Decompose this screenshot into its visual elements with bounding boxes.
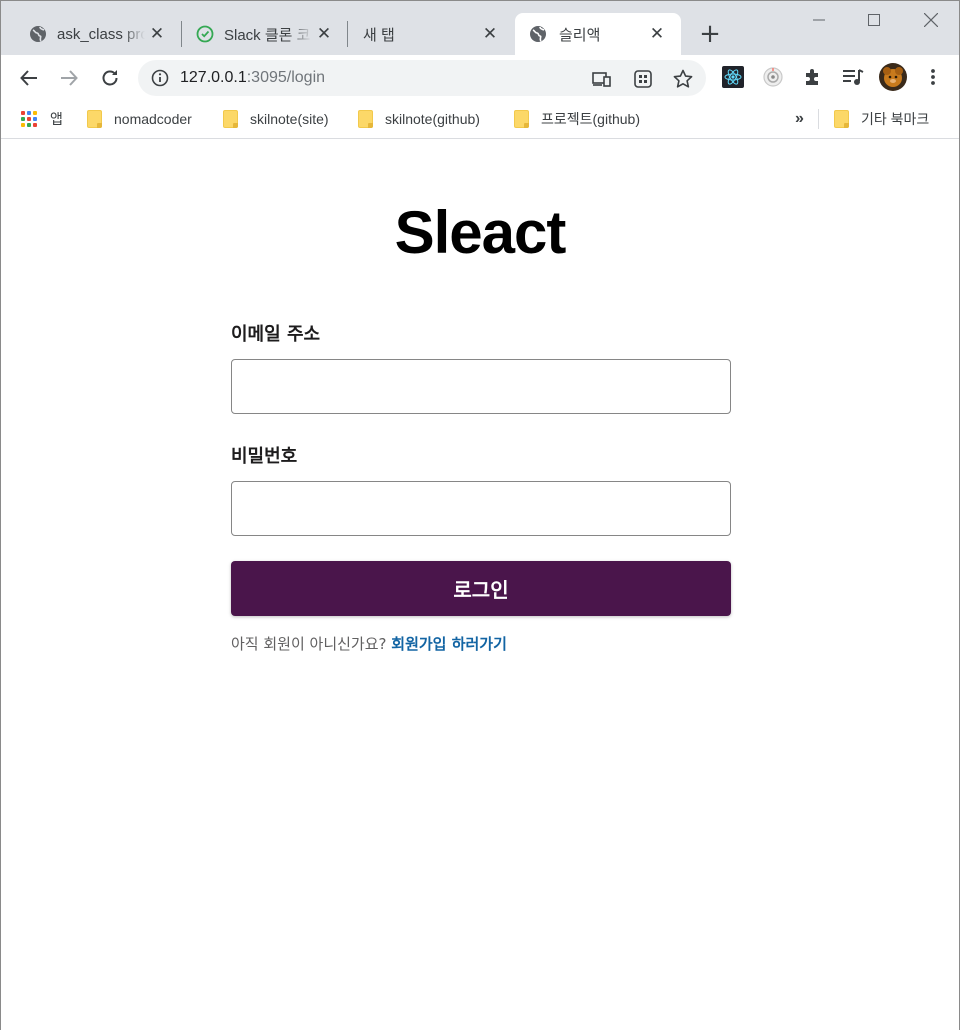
page-title: Sleact [394,199,567,266]
close-icon[interactable]: ✕ [480,24,500,44]
arrow-right-icon [61,70,78,86]
apps-grid-icon [21,111,37,127]
globe-icon [530,26,546,42]
globe-icon [30,26,46,42]
bookmark-apps[interactable]: 앱 [21,108,63,130]
maximize-button[interactable] [851,1,897,39]
react-devtools-icon[interactable] [719,63,747,91]
tab-ask-class[interactable]: ask_class pro ✕ [15,13,181,55]
puzzle-icon[interactable] [799,63,827,91]
bookmark-other[interactable]: 기타 북마크 [834,108,929,130]
password-field[interactable] [231,481,731,536]
folder-icon [358,110,373,128]
minimize-icon [813,19,825,21]
new-tab-button[interactable]: + [697,21,723,47]
qr-code-icon[interactable] [633,69,653,89]
info-icon[interactable] [151,69,169,87]
tab-new-tab[interactable]: 새 탭 ✕ [348,13,514,55]
bookmark-skilnote-site[interactable]: skilnote(site) [223,108,329,130]
url-text[interactable]: 127.0.0.1:3095/login [180,69,325,87]
tab-label: ask_class pro [57,25,145,43]
avatar[interactable] [879,63,907,91]
window-close-button[interactable] [908,1,954,39]
reload-button[interactable] [94,62,126,94]
bookmark-label: 앱 [50,111,63,127]
bookmark-project-github[interactable]: 프로젝트(github) [514,108,640,130]
close-icon[interactable]: ✕ [647,24,667,44]
kebab-menu-icon[interactable] [919,63,947,91]
bookmark-label: 기타 북마크 [861,111,930,127]
bookmark-label: nomadcoder [114,111,192,127]
timer-icon [196,25,214,43]
bookmark-label: skilnote(site) [250,111,329,127]
install-app-icon[interactable] [592,69,612,89]
browser-toolbar: 127.0.0.1:3095/login [1,55,959,101]
login-form: 이메일 주소 비밀번호 로그인 아직 회원이 아니신가요? 회원가입 하러가기 [231,320,731,654]
email-field[interactable] [231,359,731,414]
back-button[interactable] [13,62,45,94]
close-icon[interactable]: ✕ [147,24,167,44]
folder-icon [87,110,102,128]
password-label: 비밀번호 [231,446,298,467]
bookmarks-overflow-button[interactable]: » [795,108,804,130]
folder-icon [223,110,238,128]
signup-link[interactable]: 회원가입 하러가기 [391,635,507,653]
forward-button[interactable] [53,62,85,94]
folder-icon [514,110,529,128]
tab-sleact[interactable]: 슬리액 ✕ [515,13,681,55]
tab-slack-clone[interactable]: Slack 클론 코 ✕ [182,13,348,55]
minimize-button[interactable] [796,1,842,39]
signup-prompt-line: 아직 회원이 아니신가요? 회원가입 하러가기 [231,633,731,654]
bookmark-skilnote-github[interactable]: skilnote(github) [358,108,480,130]
star-icon[interactable] [673,69,693,89]
address-bar[interactable]: 127.0.0.1:3095/login [138,60,706,96]
signup-prompt: 아직 회원이 아니신가요? [231,635,387,653]
close-icon [924,13,938,27]
tab-strip: ask_class pro ✕ Slack 클론 코 ✕ 새 탭 ✕ 슬리액 ✕… [1,1,959,55]
bookmark-nomadcoder[interactable]: nomadcoder [87,108,192,130]
close-icon[interactable]: ✕ [314,24,334,44]
tab-label: Slack 클론 코 [224,26,311,44]
bookmarks-divider [818,109,819,129]
media-control-icon[interactable] [839,63,867,91]
extension-dial-icon[interactable] [759,63,787,91]
reload-icon [102,70,118,86]
login-page: Sleact 이메일 주소 비밀번호 로그인 아직 회원이 아니신가요? 회원가… [1,140,959,1030]
bookmarks-bar: 앱 nomadcoder skilnote(site) skilnote(git… [1,101,959,139]
url-path: :3095/login [246,69,326,86]
maximize-icon [868,14,880,26]
tab-label: 슬리액 [559,26,601,44]
login-button[interactable]: 로그인 [231,561,731,616]
arrow-left-icon [20,70,37,86]
bookmark-label: skilnote(github) [385,111,480,127]
folder-icon [834,110,849,128]
email-label: 이메일 주소 [231,324,321,345]
bookmark-label: 프로젝트(github) [541,111,640,127]
url-host: 127.0.0.1 [180,69,247,86]
tab-label: 새 탭 [363,26,395,44]
